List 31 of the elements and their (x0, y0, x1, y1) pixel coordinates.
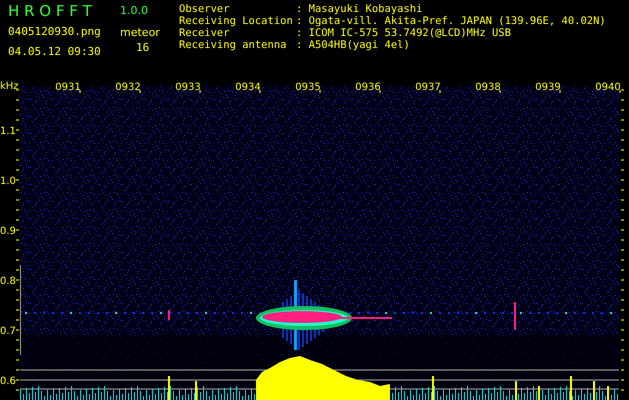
info-label: Receiving antenna (179, 39, 288, 51)
version-label: 1.0.0 (120, 3, 148, 19)
meteor-count: 16 (136, 40, 150, 56)
app-title: H R O F F T (8, 1, 93, 21)
info-label: Receiver (179, 27, 231, 39)
time-axis-label: 0939 (535, 82, 561, 93)
time-axis-label: 0931 (55, 82, 81, 93)
frequency-axis-label: 0.8 (0, 276, 16, 287)
axis-unit-label: kHz (0, 81, 19, 92)
frequency-axis-label: 1.0 (0, 176, 16, 187)
time-axis-label: 0936 (355, 82, 381, 93)
info-label: Observer (179, 3, 231, 15)
time-axis-label: 0940 (595, 82, 621, 93)
date-time: 04.05.12 09:30 (8, 44, 102, 60)
info-value: : ICOM IC-575 53.7492(@LCD)MHz USB (296, 27, 511, 39)
frequency-axis-label: 1.1 (0, 126, 16, 137)
frequency-axis-label: 0.7 (0, 326, 16, 337)
time-axis-label: 0935 (295, 82, 321, 93)
info-value: : Masayuki Kobayashi (296, 3, 422, 15)
info-value: : Ogata-vill. Akita-Pref. JAPAN (139.96E, 40.02N) (296, 15, 606, 27)
frequency-axis-label: 0.6 (0, 376, 16, 387)
time-axis-label: 0938 (475, 82, 501, 93)
file-name: 0405120930.png (8, 24, 102, 40)
info-label: Receiving Location (179, 15, 294, 27)
info-value: : A504HB(yagi 4el) (296, 39, 410, 51)
frequency-axis-label: 0.9 (0, 226, 16, 237)
meteor-label: meteor (120, 26, 160, 40)
time-axis-label: 0933 (175, 82, 201, 93)
time-axis-label: 0937 (415, 82, 441, 93)
time-axis-label: 0934 (235, 82, 261, 93)
time-axis-label: 0932 (115, 82, 141, 93)
